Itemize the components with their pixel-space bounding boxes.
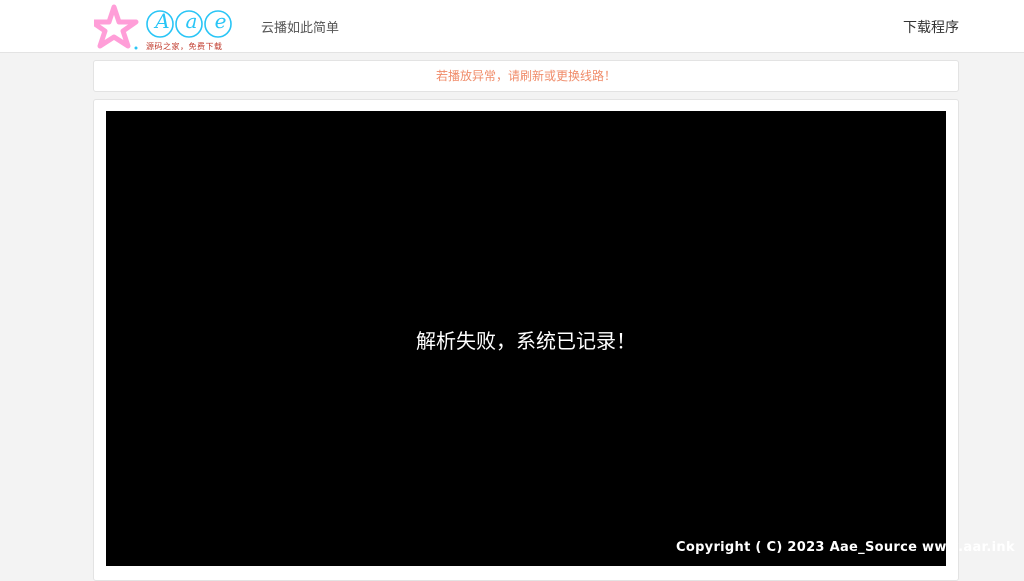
logo-tagline: 源码之家，免费下载 — [146, 42, 223, 51]
player-card: 解析失败，系统已记录！ — [93, 99, 959, 581]
player-error-message: 解析失败，系统已记录！ — [416, 329, 636, 353]
video-player[interactable]: 解析失败，系统已记录！ — [106, 111, 946, 566]
playback-notice: 若播放异常，请刷新或更换线路！ — [93, 60, 959, 92]
copyright-watermark: Copyright ( C) 2023 Aae_Source www.aar.i… — [676, 540, 1015, 555]
site-logo[interactable]: A a e 源码之家，免费下载 — [89, 4, 240, 52]
logo-letters: A a e — [155, 9, 227, 33]
download-program-link[interactable]: 下载程序 — [903, 17, 959, 37]
top-navbar: A a e 源码之家，免费下载 云播如此简单 下载程序 — [0, 0, 1024, 53]
site-title[interactable]: 云播如此简单 — [261, 17, 339, 36]
